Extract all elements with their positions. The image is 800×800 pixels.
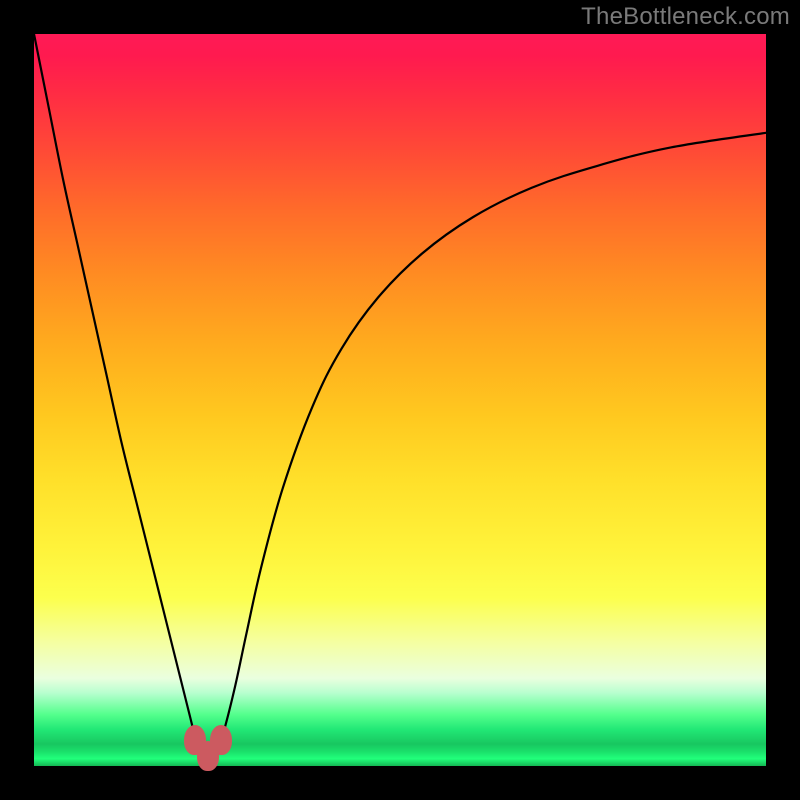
bottleneck-curve (34, 34, 766, 766)
chart-frame: TheBottleneck.com (0, 0, 800, 800)
watermark-text: TheBottleneck.com (581, 3, 790, 31)
plot-area (34, 34, 766, 766)
marker-blob (197, 741, 219, 771)
